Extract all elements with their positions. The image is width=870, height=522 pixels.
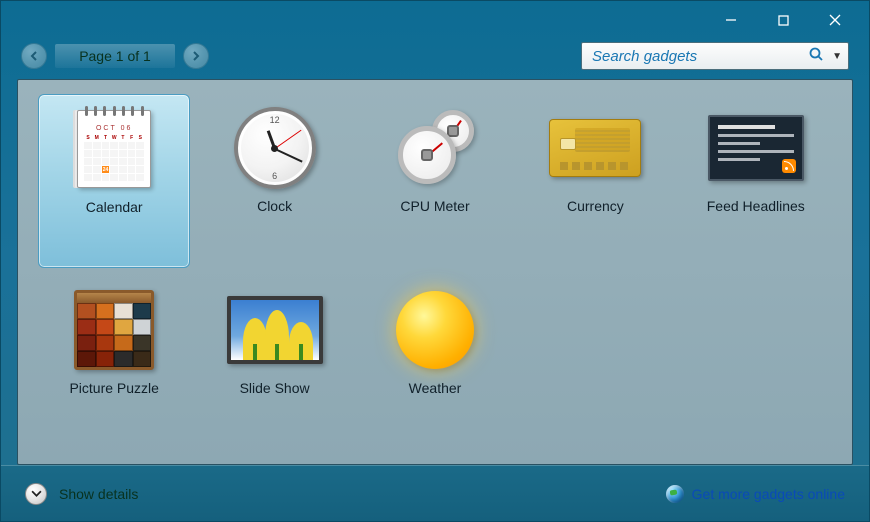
slide-show-icon: [227, 284, 323, 376]
cpu-meter-icon: [387, 102, 483, 194]
minimize-button[interactable]: [705, 3, 757, 37]
weather-icon: [387, 284, 483, 376]
footer-bar: Show details Get more gadgets online: [1, 465, 869, 521]
gadget-slide-show[interactable]: Slide Show: [198, 276, 350, 450]
gadget-label: CPU Meter: [400, 198, 469, 214]
gadget-picture-puzzle[interactable]: Picture Puzzle: [38, 276, 190, 450]
maximize-button[interactable]: [757, 3, 809, 37]
gadget-calendar[interactable]: OCT 06 SMTWTFS 24 Calendar: [38, 94, 190, 268]
gadget-currency[interactable]: Currency: [519, 94, 671, 268]
close-button[interactable]: [809, 3, 861, 37]
gadget-grid: OCT 06 SMTWTFS 24 Calendar: [17, 79, 853, 465]
next-page-button[interactable]: [183, 43, 209, 69]
gadget-label: Feed Headlines: [707, 198, 805, 214]
titlebar: [1, 1, 869, 39]
picture-puzzle-icon: [66, 284, 162, 376]
search-filter-dropdown[interactable]: ▼: [832, 51, 842, 62]
prev-page-button[interactable]: [21, 43, 47, 69]
gadget-label: Clock: [257, 198, 292, 214]
gadget-label: Weather: [409, 380, 462, 396]
gadget-label: Picture Puzzle: [69, 380, 158, 396]
feed-icon: [708, 102, 804, 194]
page-indicator: Page 1 of 1: [55, 44, 175, 68]
gadget-weather[interactable]: Weather: [359, 276, 511, 450]
gadget-label: Calendar: [86, 199, 143, 215]
globe-icon: [666, 485, 684, 503]
get-more-gadgets-link[interactable]: Get more gadgets online: [692, 486, 845, 502]
search-input[interactable]: [592, 48, 804, 65]
currency-icon: [547, 102, 643, 194]
calendar-icon: OCT 06 SMTWTFS 24: [66, 103, 162, 195]
gadget-label: Slide Show: [240, 380, 310, 396]
gadget-gallery-window: Page 1 of 1 ▼ OCT 06 SMTWTFS: [0, 0, 870, 522]
clock-icon: [227, 102, 323, 194]
search-box[interactable]: ▼: [581, 42, 849, 70]
gadget-cpu-meter[interactable]: CPU Meter: [359, 94, 511, 268]
search-icon[interactable]: [808, 46, 824, 67]
show-details-label: Show details: [59, 486, 138, 502]
gadget-clock[interactable]: Clock: [198, 94, 350, 268]
gadget-label: Currency: [567, 198, 624, 214]
toolbar: Page 1 of 1 ▼: [1, 39, 869, 79]
gadget-feed-headlines[interactable]: Feed Headlines: [680, 94, 832, 268]
show-details-toggle[interactable]: [25, 483, 47, 505]
